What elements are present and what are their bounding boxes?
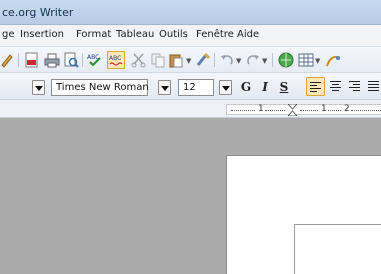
align-left-button[interactable] bbox=[306, 77, 325, 96]
hyperlink-icon[interactable] bbox=[278, 52, 294, 68]
window-title: ce.org Writer bbox=[2, 6, 74, 19]
title-bar: ce.org Writer bbox=[0, 0, 381, 25]
copy-icon[interactable] bbox=[150, 52, 166, 68]
undo-icon[interactable] bbox=[219, 52, 235, 68]
ruler-ticks bbox=[300, 110, 318, 111]
menu-fenetre[interactable]: Fenêtre bbox=[196, 29, 234, 40]
undo-dropdown-icon[interactable]: ▼ bbox=[236, 57, 241, 65]
ruler-ticks bbox=[351, 110, 381, 111]
menu-format[interactable]: Format bbox=[76, 29, 111, 40]
text-boundary[interactable] bbox=[294, 224, 381, 274]
print-icon[interactable] bbox=[44, 52, 60, 68]
align-left-icon bbox=[310, 82, 321, 92]
align-right-icon bbox=[349, 81, 360, 91]
toolbar-separator bbox=[82, 53, 83, 67]
autospellcheck-icon[interactable]: ABC bbox=[107, 51, 125, 69]
font-size-combobox[interactable]: 12 bbox=[178, 79, 214, 96]
align-right-button[interactable] bbox=[346, 77, 365, 96]
print-preview-icon[interactable] bbox=[63, 52, 79, 68]
ruler-ticks bbox=[231, 110, 255, 111]
font-name-combobox[interactable]: Times New Roman bbox=[51, 79, 149, 96]
indent-marker-icon[interactable] bbox=[288, 104, 297, 116]
ruler-label: 2 bbox=[344, 104, 350, 114]
paste-icon[interactable] bbox=[168, 52, 184, 68]
export-pdf-icon[interactable] bbox=[24, 52, 40, 68]
ruler-label: 1 bbox=[321, 104, 327, 114]
redo-dropdown-icon[interactable]: ▼ bbox=[262, 57, 267, 65]
align-center-button[interactable] bbox=[327, 77, 346, 96]
paragraph-style-dropdown-button[interactable] bbox=[32, 80, 45, 95]
italic-button[interactable]: I bbox=[257, 79, 273, 95]
align-justify-button[interactable] bbox=[365, 77, 381, 96]
menu-bar: ge Insertion Format Tableau Outils Fenêt… bbox=[0, 25, 381, 47]
menu-outils[interactable]: Outils bbox=[159, 29, 188, 40]
ruler-label: 1 bbox=[258, 104, 264, 114]
edit-file-icon[interactable] bbox=[0, 52, 16, 68]
spellcheck-icon[interactable]: ABC bbox=[87, 52, 103, 68]
toolbar-separator bbox=[214, 53, 215, 67]
menu-page[interactable]: ge bbox=[2, 29, 15, 40]
align-center-icon bbox=[330, 81, 341, 91]
svg-text:ABC: ABC bbox=[109, 55, 121, 62]
table-dropdown-icon[interactable]: ▼ bbox=[315, 57, 320, 65]
font-name-dropdown-button[interactable] bbox=[158, 80, 171, 95]
toolbar-separator bbox=[18, 53, 19, 67]
ruler-ticks bbox=[265, 110, 285, 111]
menu-tableau[interactable]: Tableau bbox=[116, 29, 154, 40]
underline-button[interactable]: S bbox=[276, 79, 292, 95]
horizontal-ruler[interactable]: 1 1 2 bbox=[226, 104, 381, 116]
font-size-dropdown-button[interactable] bbox=[219, 80, 232, 95]
redo-icon[interactable] bbox=[245, 52, 261, 68]
menu-aide[interactable]: Aide bbox=[237, 29, 259, 40]
cut-icon[interactable] bbox=[131, 52, 147, 68]
menu-insertion[interactable]: Insertion bbox=[20, 29, 64, 40]
bold-button[interactable]: G bbox=[238, 79, 254, 95]
table-icon[interactable] bbox=[298, 52, 314, 68]
font-size-value: 12 bbox=[183, 82, 196, 93]
ruler-ticks bbox=[328, 110, 341, 111]
align-justify-icon bbox=[368, 81, 379, 91]
paste-dropdown-icon[interactable]: ▼ bbox=[186, 57, 191, 65]
clone-formatting-icon[interactable] bbox=[195, 52, 211, 68]
standard-toolbar: ABC ABC ▼ ▼ ▼ ▼ bbox=[0, 47, 381, 73]
draw-functions-icon[interactable] bbox=[325, 52, 341, 68]
toolbar-separator bbox=[272, 53, 273, 67]
font-name-value: Times New Roman bbox=[56, 82, 149, 93]
